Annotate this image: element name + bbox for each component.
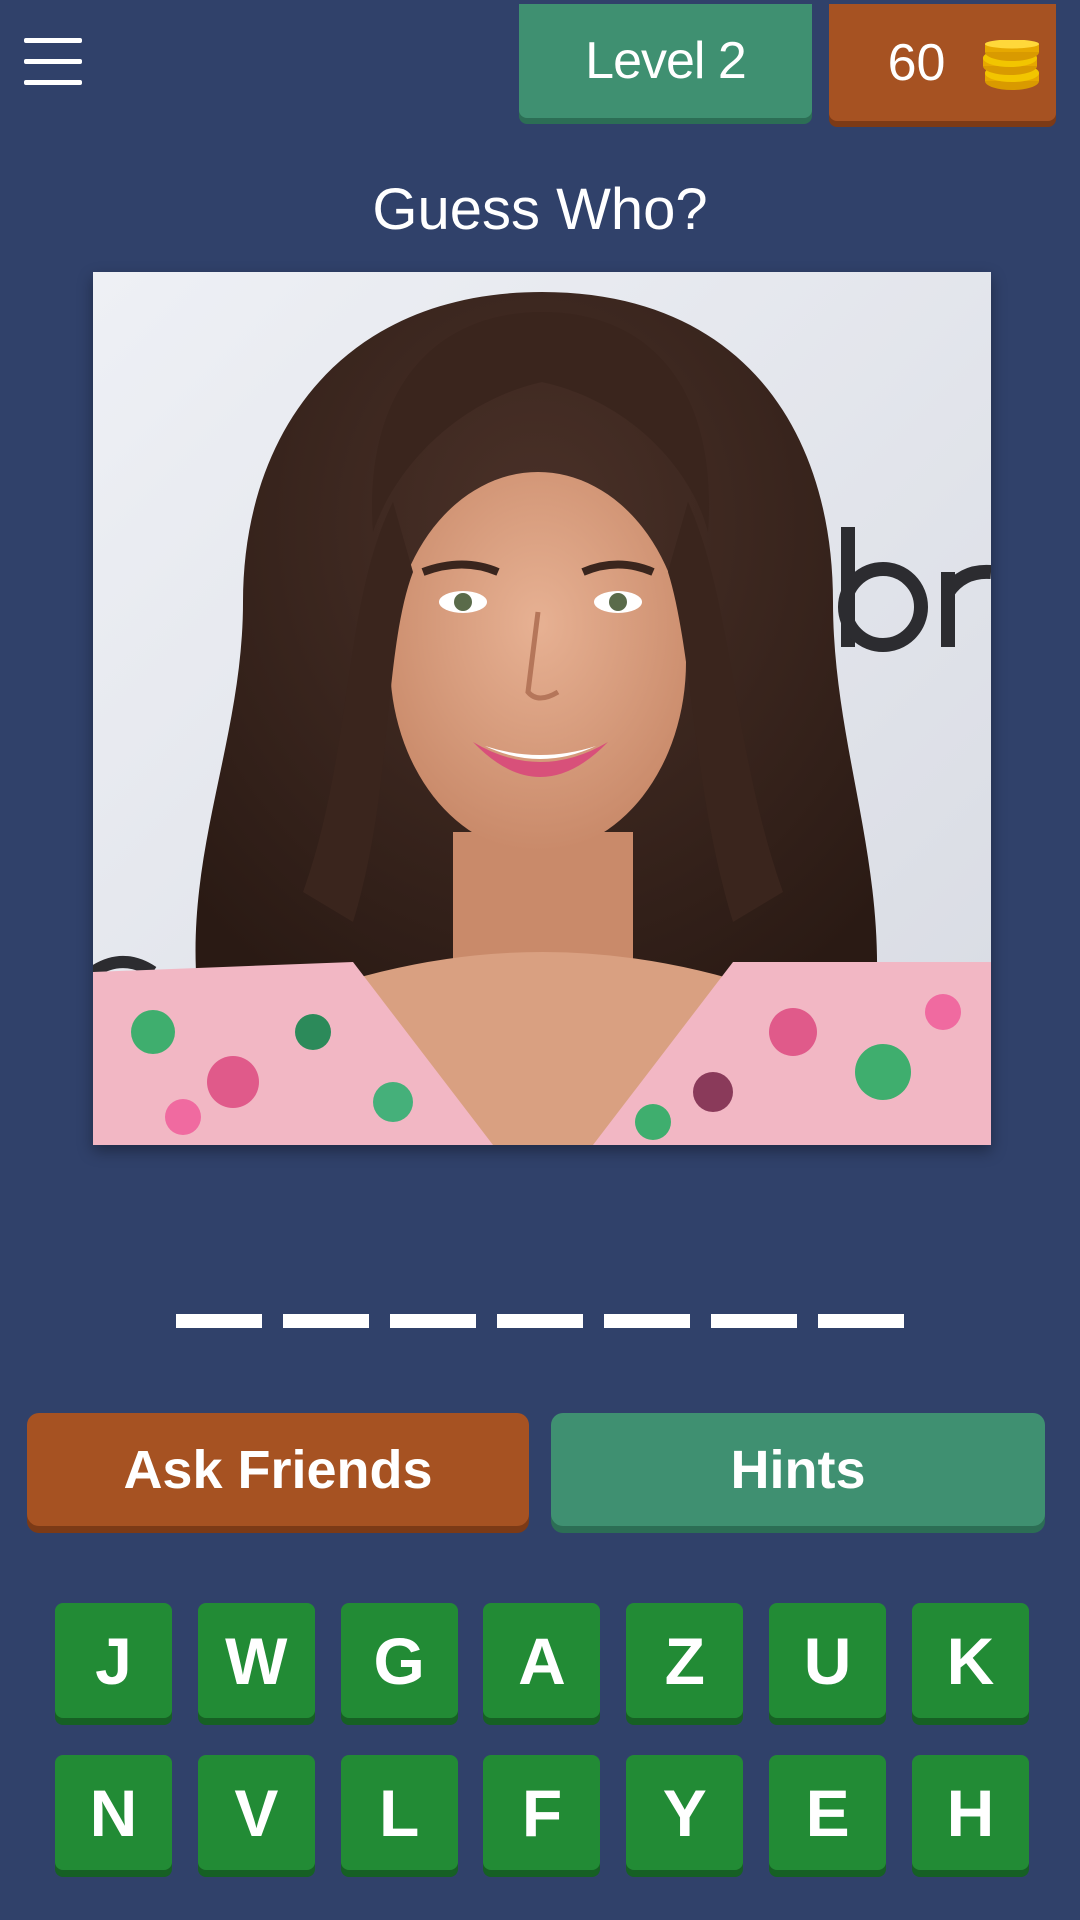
letter-key[interactable]: A — [483, 1603, 601, 1718]
letter-key[interactable]: U — [769, 1603, 887, 1718]
letter-key[interactable]: N — [55, 1755, 172, 1870]
hints-label: Hints — [730, 1439, 866, 1500]
letter-key[interactable]: Y — [626, 1755, 744, 1870]
level-badge: Level 2 — [519, 4, 812, 118]
answer-slot[interactable] — [497, 1314, 583, 1328]
answer-slot[interactable] — [176, 1314, 262, 1328]
celebrity-photo — [93, 272, 991, 1145]
letter-row-2: N V L F Y E H — [55, 1755, 1029, 1870]
ask-friends-label: Ask Friends — [123, 1439, 433, 1500]
level-label: Level 2 — [585, 32, 747, 90]
letter-key[interactable]: J — [55, 1603, 172, 1718]
letter-row-1: J W G A Z U K — [55, 1603, 1029, 1718]
letter-key[interactable]: H — [911, 1755, 1029, 1870]
letter-key[interactable]: E — [769, 1755, 887, 1870]
letter-key[interactable]: Z — [626, 1603, 744, 1718]
letter-key[interactable]: L — [340, 1755, 458, 1870]
ask-friends-button[interactable]: Ask Friends — [27, 1413, 529, 1526]
menu-button[interactable] — [18, 32, 88, 92]
answer-slot[interactable] — [283, 1314, 369, 1328]
answer-slot[interactable] — [818, 1314, 904, 1328]
answer-slot[interactable] — [711, 1314, 797, 1328]
letter-key[interactable]: W — [197, 1603, 315, 1718]
letter-key[interactable]: F — [483, 1755, 601, 1870]
answer-slots — [0, 1314, 1080, 1328]
coins-badge[interactable]: 60 — [829, 4, 1056, 121]
coin-count: 60 — [887, 33, 946, 92]
coin-stack-icon — [983, 40, 1039, 90]
celebrity-portrait-image — [93, 272, 991, 1145]
letter-key[interactable]: V — [197, 1755, 315, 1870]
hints-button[interactable]: Hints — [551, 1413, 1045, 1526]
answer-slot[interactable] — [390, 1314, 476, 1328]
answer-slot[interactable] — [604, 1314, 690, 1328]
letter-key[interactable]: K — [911, 1603, 1029, 1718]
letter-key[interactable]: G — [340, 1603, 458, 1718]
page-title: Guess Who? — [372, 177, 708, 242]
